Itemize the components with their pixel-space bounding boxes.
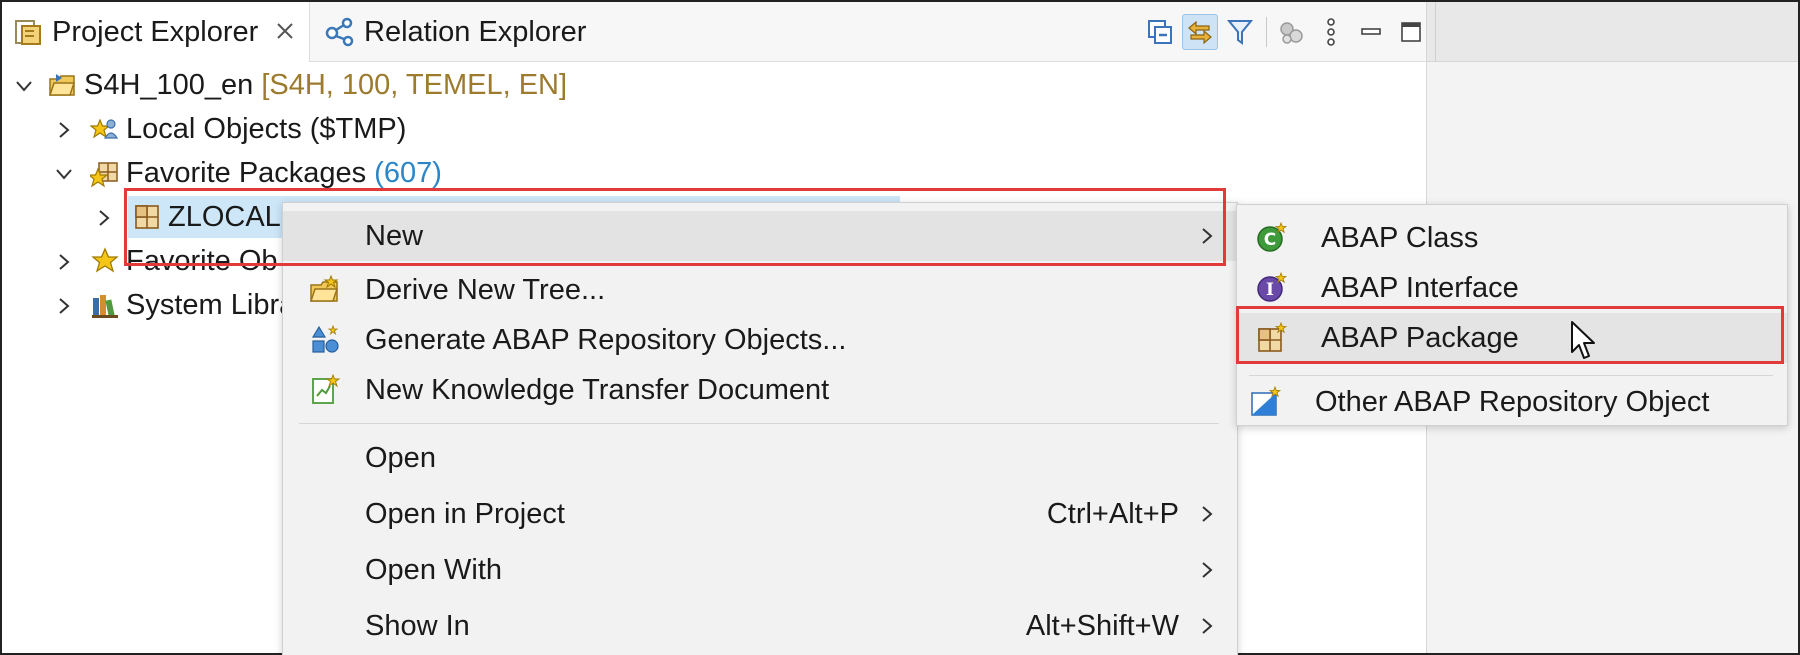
- menu-item-label: Show In: [365, 609, 470, 642]
- svg-text:C: C: [1264, 230, 1276, 250]
- tab-project-explorer[interactable]: Project Explorer: [2, 2, 310, 62]
- menu-item-open[interactable]: Open: [283, 433, 1237, 483]
- highlight-new-menu-item: [124, 188, 1226, 266]
- project-explorer-icon: [15, 20, 41, 45]
- menu-item-shortcut: Alt+Shift+W: [1025, 609, 1179, 642]
- mouse-cursor-icon: [1571, 321, 1595, 359]
- filter-icon: [1226, 20, 1254, 45]
- project-decoration: [S4H, 100, TEMEL, EN]: [261, 68, 568, 101]
- favorite-packages-label: Favorite Packages: [126, 156, 367, 189]
- view-menu-icon: [1327, 18, 1335, 46]
- tree-item-local-objects[interactable]: Local Objects ($TMP): [90, 108, 406, 150]
- menu-item-label: Open With: [365, 553, 502, 586]
- view-toolbar: [1142, 12, 1433, 52]
- generate-objects-icon: [311, 324, 339, 353]
- chevron-right-icon[interactable]: [54, 296, 74, 316]
- project-name: S4H_100_en: [84, 68, 254, 101]
- view-tab-bar: Project Explorer Relation Explorer: [2, 2, 1426, 62]
- menu-item-open-with[interactable]: Open With: [283, 545, 1237, 595]
- maximize-button[interactable]: [1393, 14, 1429, 50]
- collapse-all-button[interactable]: [1142, 14, 1178, 50]
- relation-explorer-icon: [325, 17, 354, 47]
- chevron-right-icon: [1202, 562, 1213, 578]
- system-library-label: System Libra: [126, 288, 296, 321]
- view-menu-button[interactable]: [1313, 14, 1349, 50]
- system-library-icon: [92, 295, 118, 318]
- abap-class-icon: C: [1257, 222, 1287, 252]
- derive-tree-icon: [309, 274, 339, 302]
- maximize-icon: [1401, 22, 1421, 42]
- tree-item-system-library[interactable]: System Libra: [90, 284, 295, 326]
- link-with-editor-button[interactable]: [1182, 14, 1218, 50]
- settings-icon: [1280, 22, 1303, 44]
- favorite-objects-icon: [91, 247, 119, 273]
- menu-item-label: Generate ABAP Repository Objects...: [365, 323, 847, 356]
- svg-text:I: I: [1266, 280, 1274, 300]
- chevron-down-icon[interactable]: [54, 164, 74, 184]
- menu-item-label: New Knowledge Transfer Document: [365, 373, 830, 406]
- menu-item-label: Open: [365, 441, 436, 474]
- editor-area-divider: [1435, 2, 1436, 62]
- menu-item-shortcut: Ctrl+Alt+P: [1046, 497, 1179, 530]
- submenu-item-label: ABAP Interface: [1321, 271, 1519, 304]
- chevron-right-icon[interactable]: [54, 252, 74, 272]
- abap-project-icon: [48, 74, 76, 96]
- collapse-all-icon: [1148, 20, 1172, 44]
- knowledge-transfer-document-icon: [312, 374, 341, 404]
- menu-item-show-in[interactable]: Show In Alt+Shift+W: [283, 601, 1237, 651]
- submenu-item-label: Other ABAP Repository Object: [1315, 385, 1710, 418]
- settings-button[interactable]: [1273, 14, 1309, 50]
- other-repository-object-icon: [1251, 386, 1281, 416]
- local-objects-icon: [90, 118, 119, 139]
- minimize-button[interactable]: [1353, 14, 1389, 50]
- submenu-item-other-abap-repository-object[interactable]: Other ABAP Repository Object: [1231, 377, 1781, 427]
- menu-item-label: Open in Project: [365, 497, 565, 530]
- favorite-packages-count: (607): [374, 156, 442, 189]
- tab-relation-explorer-label: Relation Explorer: [364, 15, 587, 48]
- menu-item-open-in-project[interactable]: Open in Project Ctrl+Alt+P: [283, 489, 1237, 539]
- chevron-right-icon[interactable]: [54, 120, 74, 140]
- menu-separator: [299, 423, 1219, 424]
- submenu-separator: [1249, 375, 1773, 376]
- chevron-right-icon: [1202, 506, 1213, 522]
- close-icon[interactable]: [274, 20, 296, 42]
- menu-item-derive-new-tree[interactable]: Derive New Tree...: [283, 265, 1237, 315]
- submenu-item-abap-class[interactable]: C ABAP Class: [1237, 213, 1787, 263]
- menu-item-label: Derive New Tree...: [365, 273, 606, 306]
- minimize-icon: [1361, 28, 1381, 35]
- menu-item-generate-abap-repository-objects[interactable]: Generate ABAP Repository Objects...: [283, 315, 1237, 365]
- highlight-abap-package: [1236, 306, 1784, 364]
- local-objects-label: Local Objects ($TMP): [126, 112, 407, 145]
- submenu-item-label: ABAP Class: [1321, 221, 1479, 254]
- menu-item-new-knowledge-transfer-document[interactable]: New Knowledge Transfer Document: [283, 365, 1237, 415]
- tree-item-project[interactable]: S4H_100_en [S4H, 100, TEMEL, EN]: [48, 64, 567, 106]
- favorite-packages-icon: [90, 162, 118, 188]
- chevron-down-icon[interactable]: [14, 76, 34, 96]
- chevron-right-icon: [1202, 618, 1213, 634]
- context-menu: New Derive New Tree... Generate ABAP Rep…: [282, 202, 1238, 655]
- tab-project-explorer-label: Project Explorer: [52, 15, 259, 48]
- toolbar-separator: [1266, 17, 1267, 47]
- editor-area-header: [1427, 2, 1798, 62]
- filter-button[interactable]: [1222, 14, 1258, 50]
- abap-interface-icon: I: [1257, 272, 1287, 302]
- link-with-editor-icon: [1188, 20, 1212, 45]
- chevron-right-icon[interactable]: [94, 208, 114, 228]
- tab-relation-explorer[interactable]: Relation Explorer: [320, 2, 620, 62]
